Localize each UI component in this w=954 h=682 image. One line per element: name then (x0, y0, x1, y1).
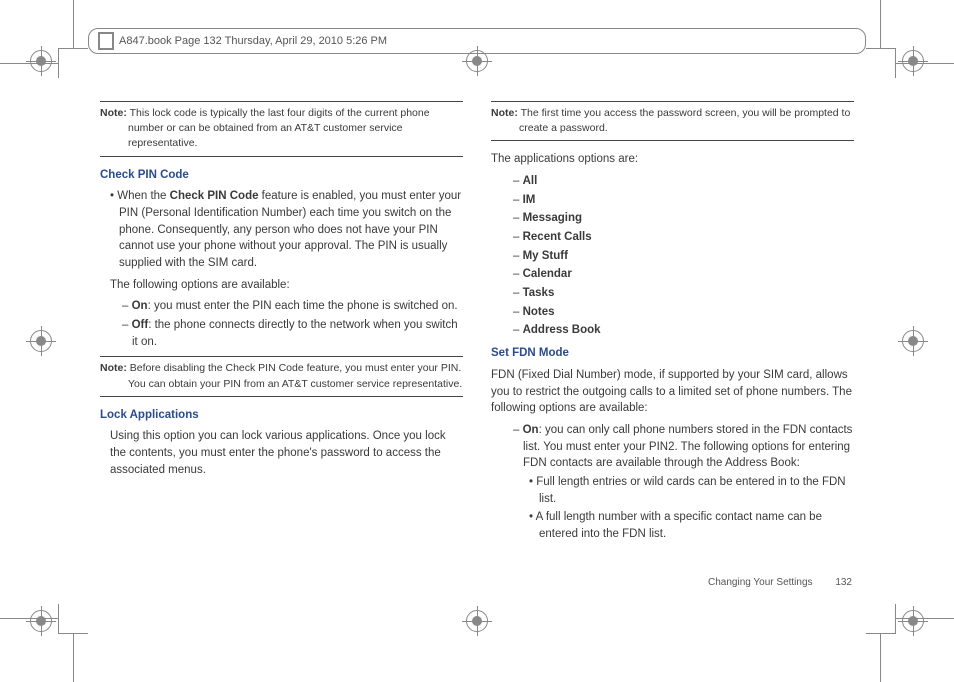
note-lock-code: Note: This lock code is typically the la… (100, 101, 463, 157)
page-footer: Changing Your Settings 132 (708, 577, 852, 588)
subhead-check-pin: Check PIN Code (100, 167, 463, 184)
subhead-fdn-mode: Set FDN Mode (491, 345, 854, 362)
note-label: Note: (100, 362, 127, 374)
lock-apps-description: Using this option you can lock various a… (110, 428, 463, 478)
app-option: Messaging (513, 210, 854, 227)
footer-section: Changing Your Settings (708, 577, 813, 588)
registration-mark-icon (902, 50, 924, 72)
right-column: Note: The first time you access the pass… (491, 95, 854, 582)
note-text: Before disabling the Check PIN Code feat… (128, 362, 462, 389)
note-label: Note: (491, 107, 518, 119)
note-text: This lock code is typically the last fou… (128, 107, 430, 149)
registration-mark-icon (466, 610, 488, 632)
fdn-option-on: On: you can only call phone numbers stor… (513, 422, 854, 472)
app-option: Calendar (513, 266, 854, 283)
fdn-sub-bullet: Full length entries or wild cards can be… (529, 474, 854, 507)
app-option: All (513, 173, 854, 190)
app-option: Tasks (513, 285, 854, 302)
note-text: The first time you access the password s… (519, 107, 850, 134)
app-option: My Stuff (513, 248, 854, 265)
option-off: Off: the phone connects directly to the … (122, 317, 463, 350)
option-on: On: you must enter the PIN each time the… (122, 298, 463, 315)
registration-mark-icon (902, 330, 924, 352)
fdn-sub-bullet: A full length number with a specific con… (529, 509, 854, 542)
registration-mark-icon (30, 610, 52, 632)
document-icon (99, 33, 113, 49)
note-disable-pin: Note: Before disabling the Check PIN Cod… (100, 356, 463, 396)
app-option: IM (513, 192, 854, 209)
footer-page-number: 132 (835, 577, 852, 588)
fdn-description: FDN (Fixed Dial Number) mode, if support… (491, 367, 854, 417)
page-header-bar: A847.book Page 132 Thursday, April 29, 2… (88, 28, 866, 54)
app-option: Recent Calls (513, 229, 854, 246)
subhead-lock-apps: Lock Applications (100, 407, 463, 424)
registration-mark-icon (902, 610, 924, 632)
apps-options-intro: The applications options are: (491, 151, 854, 168)
options-intro: The following options are available: (110, 277, 463, 294)
check-pin-description: When the Check PIN Code feature is enabl… (110, 188, 463, 271)
app-option: Address Book (513, 322, 854, 339)
registration-mark-icon (30, 330, 52, 352)
note-label: Note: (100, 107, 127, 119)
note-password: Note: The first time you access the pass… (491, 101, 854, 141)
left-column: Note: This lock code is typically the la… (100, 95, 463, 582)
app-option: Notes (513, 304, 854, 321)
header-filename: A847.book Page 132 Thursday, April 29, 2… (119, 35, 387, 47)
registration-mark-icon (30, 50, 52, 72)
page-body: Note: This lock code is typically the la… (100, 95, 854, 582)
